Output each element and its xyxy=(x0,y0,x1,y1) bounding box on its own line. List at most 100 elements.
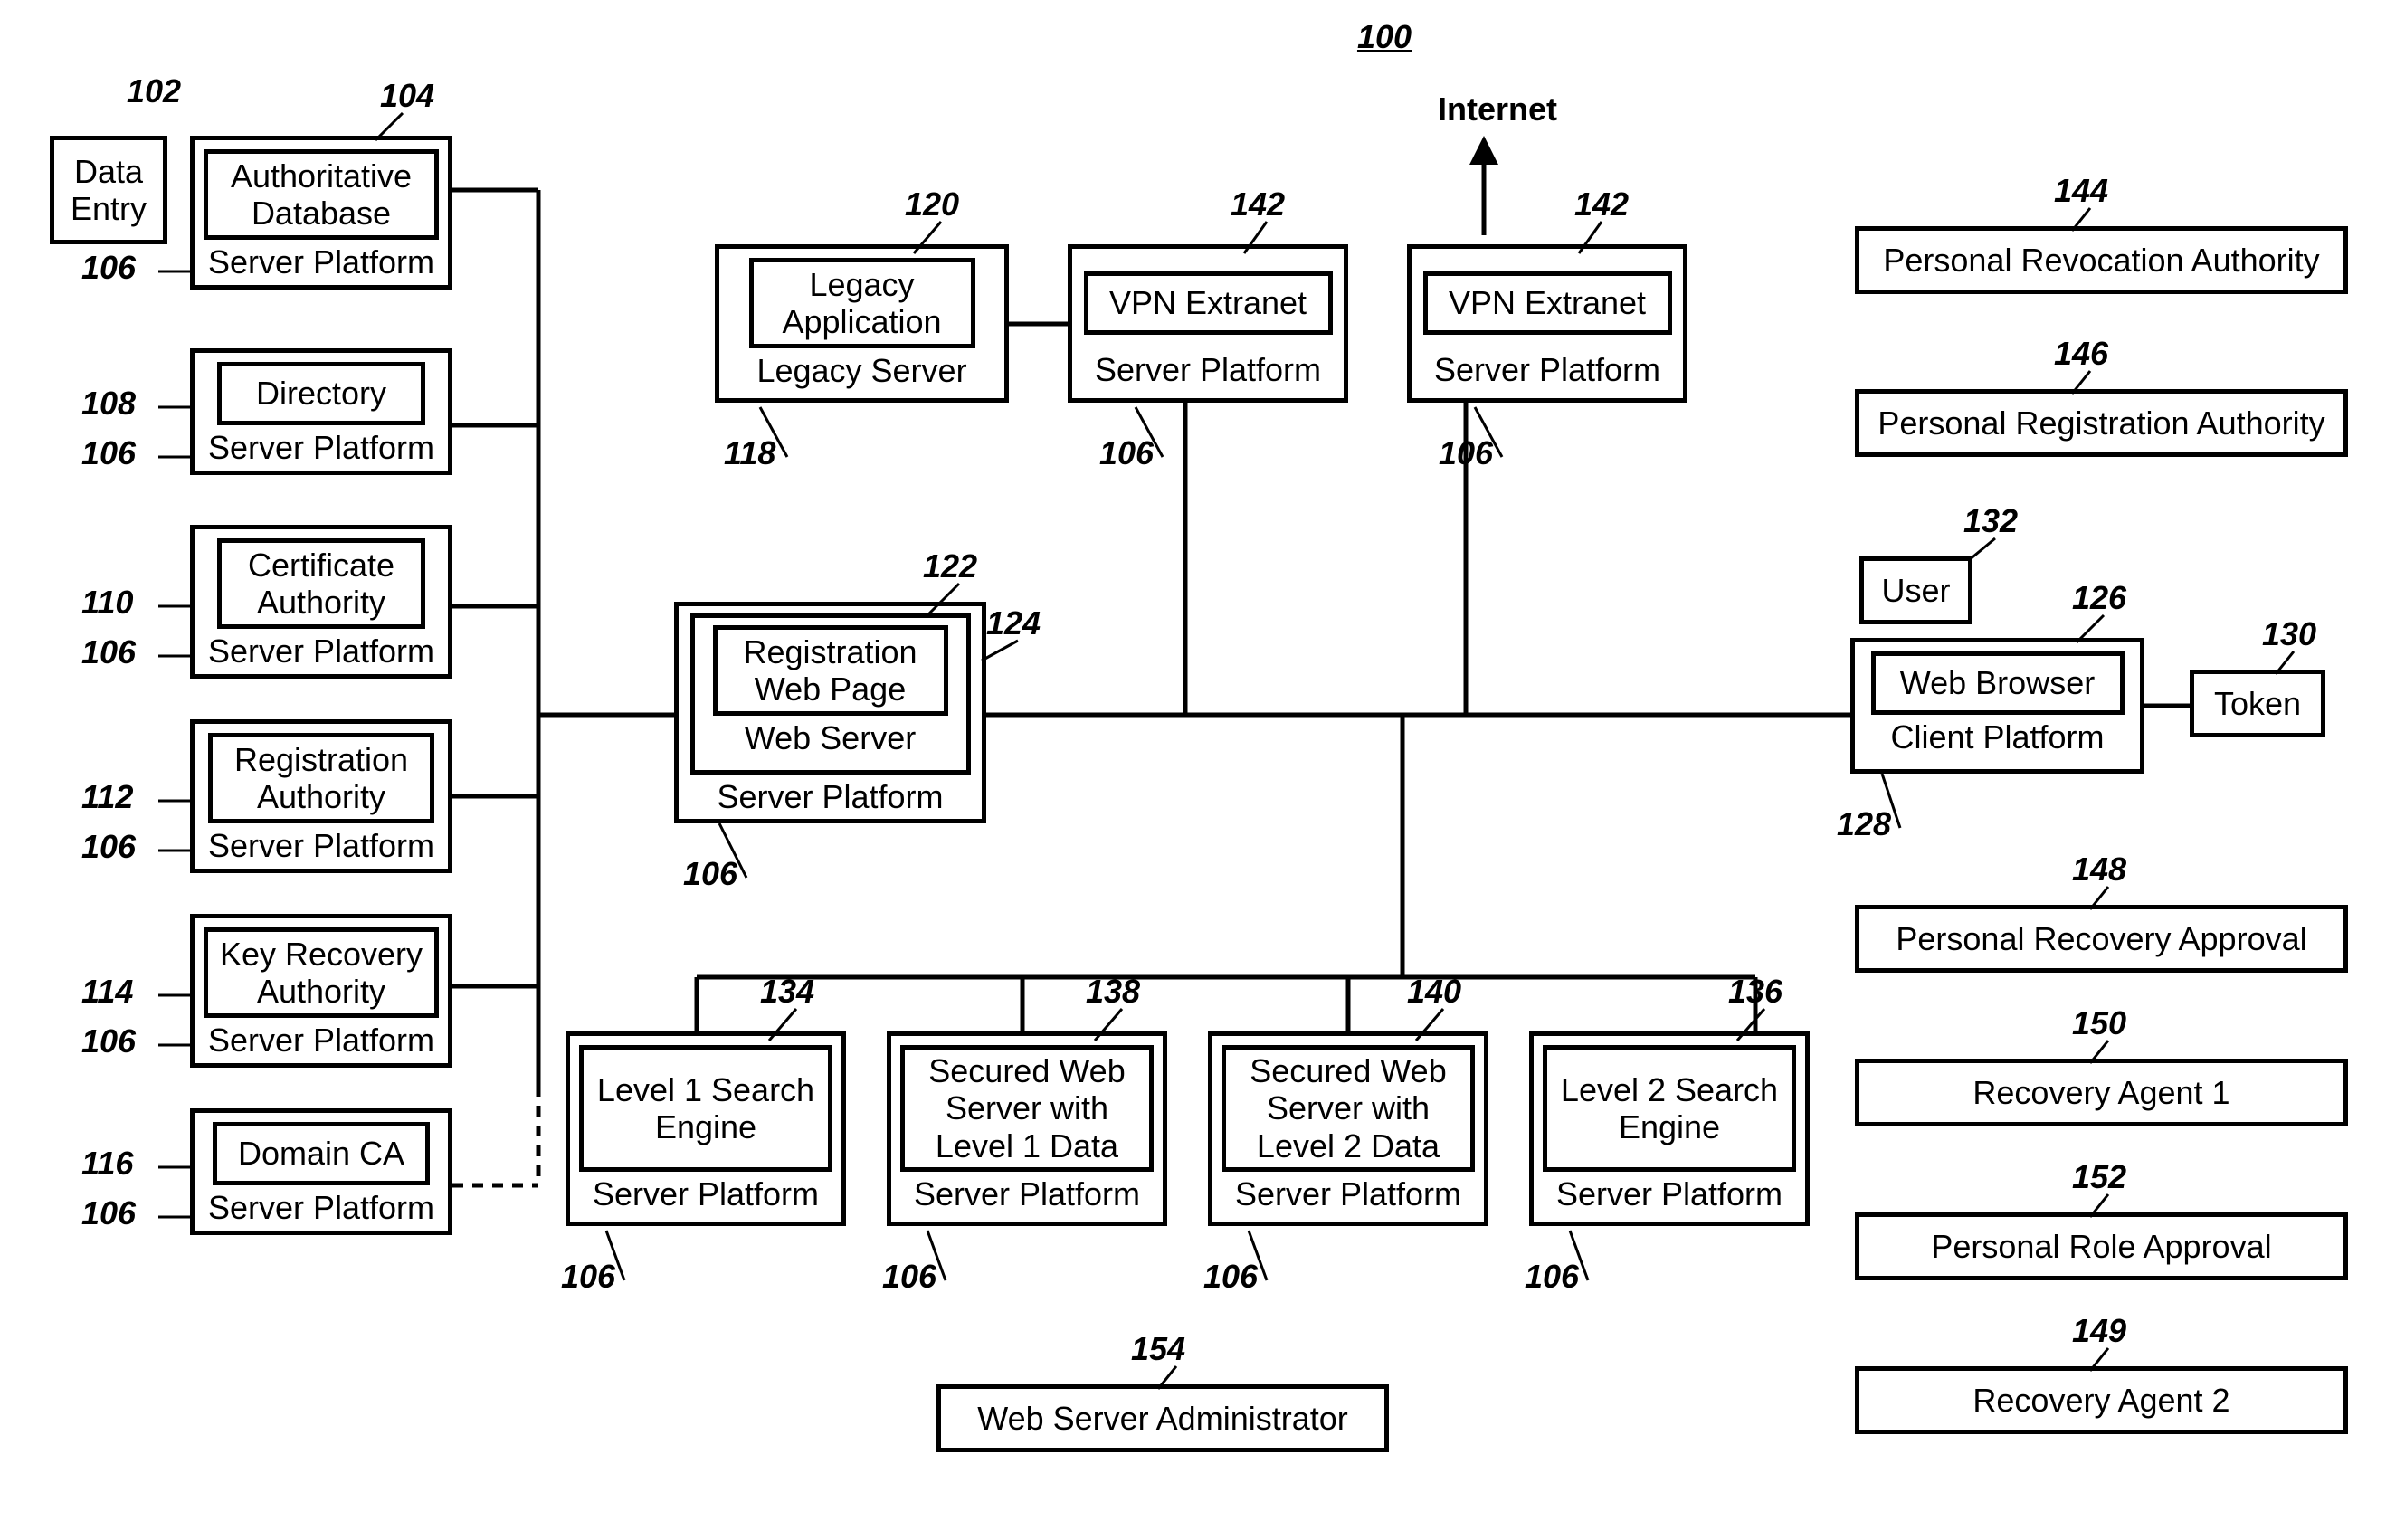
ref-106-i: 106 xyxy=(683,855,737,893)
ref-108: 108 xyxy=(81,385,136,423)
cert-authority-platform: Certificate Authority Server Platform xyxy=(190,525,452,679)
server-platform-label: Server Platform xyxy=(1556,1175,1782,1212)
server-platform-label: Server Platform xyxy=(208,1189,434,1226)
ref-136: 136 xyxy=(1728,973,1782,1011)
token-box: Token xyxy=(2190,670,2325,737)
ref-106-f: 106 xyxy=(81,1194,136,1232)
registration-server-platform: Registration Web Page Web Server Server … xyxy=(674,602,986,823)
server-platform-label: Server Platform xyxy=(593,1175,819,1212)
ref-106-b: 106 xyxy=(81,434,136,472)
ref-130: 130 xyxy=(2262,615,2316,653)
ref-112: 112 xyxy=(81,778,133,816)
ref-146: 146 xyxy=(2054,335,2108,373)
ref-126: 126 xyxy=(2072,579,2126,617)
internet-label: Internet xyxy=(1430,90,1565,128)
cert-authority-box: Certificate Authority xyxy=(217,538,425,629)
ref-148: 148 xyxy=(2072,851,2126,889)
legacy-app-box: Legacy Application xyxy=(749,258,975,348)
directory-platform: Directory Server Platform xyxy=(190,348,452,475)
server-platform-label: Server Platform xyxy=(208,429,434,466)
authoritative-db-platform: Authoritative Database Server Platform xyxy=(190,136,452,290)
client-platform-label: Client Platform xyxy=(1890,718,2104,756)
legacy-server: Legacy Application Legacy Server xyxy=(715,244,1009,403)
web-server-box: Registration Web Page Web Server xyxy=(690,613,971,775)
ref-152: 152 xyxy=(2072,1158,2126,1196)
ref-106-l: 106 xyxy=(1203,1258,1258,1296)
ref-106-h: 106 xyxy=(1439,434,1493,472)
ref-120: 120 xyxy=(905,185,959,223)
ref-122: 122 xyxy=(923,547,977,585)
ref-114: 114 xyxy=(81,973,133,1011)
client-platform: Web Browser Client Platform xyxy=(1850,638,2144,774)
data-entry-box: Data Entry xyxy=(50,136,167,244)
server-platform-label: Server Platform xyxy=(1434,351,1660,388)
personal-revocation-authority-box: Personal Revocation Authority xyxy=(1855,226,2348,294)
registration-web-page-box: Registration Web Page xyxy=(713,625,948,716)
level1-search-platform: Level 1 Search Engine Server Platform xyxy=(566,1031,846,1226)
ref-116: 116 xyxy=(81,1145,133,1183)
figure-ref: 100 xyxy=(1330,18,1439,56)
ref-104: 104 xyxy=(380,77,434,115)
authoritative-db-box: Authoritative Database xyxy=(204,149,439,240)
ref-154: 154 xyxy=(1131,1330,1185,1368)
user-box: User xyxy=(1859,556,1972,624)
ref-132: 132 xyxy=(1963,502,2018,540)
ref-106-j: 106 xyxy=(561,1258,615,1296)
ref-106-e: 106 xyxy=(81,1022,136,1060)
personal-recovery-approval-box: Personal Recovery Approval xyxy=(1855,905,2348,973)
secured-web-l1-box: Secured Web Server with Level 1 Data xyxy=(900,1045,1154,1172)
ref-134: 134 xyxy=(760,973,814,1011)
vpn-extranet-2: VPN Extranet Server Platform xyxy=(1407,244,1687,403)
ref-142-a: 142 xyxy=(1231,185,1285,223)
web-server-admin-box: Web Server Administrator xyxy=(936,1384,1389,1452)
secured-web-l2-box: Secured Web Server with Level 2 Data xyxy=(1222,1045,1475,1172)
ref-150: 150 xyxy=(2072,1004,2126,1042)
server-platform-label: Server Platform xyxy=(208,827,434,864)
ref-106-k: 106 xyxy=(882,1258,936,1296)
ref-128: 128 xyxy=(1837,805,1891,843)
vpn-extranet-1: VPN Extranet Server Platform xyxy=(1068,244,1348,403)
domain-ca-box: Domain CA xyxy=(213,1122,430,1185)
personal-registration-authority-box: Personal Registration Authority xyxy=(1855,389,2348,457)
ref-118: 118 xyxy=(724,434,775,472)
vpn-extranet-1-box: VPN Extranet xyxy=(1084,271,1333,335)
server-platform-label: Server Platform xyxy=(208,632,434,670)
web-browser-box: Web Browser xyxy=(1871,651,2125,715)
reg-authority-box: Registration Authority xyxy=(208,733,434,823)
server-platform-label: Server Platform xyxy=(1235,1175,1461,1212)
ref-106-a: 106 xyxy=(81,249,136,287)
ref-144: 144 xyxy=(2054,172,2108,210)
server-platform-label: Server Platform xyxy=(208,243,434,280)
reg-authority-platform: Registration Authority Server Platform xyxy=(190,719,452,873)
recovery-agent-2-box: Recovery Agent 2 xyxy=(1855,1366,2348,1434)
legacy-server-label: Legacy Server xyxy=(756,352,966,389)
ref-106-m: 106 xyxy=(1525,1258,1579,1296)
directory-box: Directory xyxy=(217,362,425,425)
recovery-agent-1-box: Recovery Agent 1 xyxy=(1855,1059,2348,1126)
ref-106-c: 106 xyxy=(81,633,136,671)
secured-web-l2-platform: Secured Web Server with Level 2 Data Ser… xyxy=(1208,1031,1488,1226)
server-platform-label: Server Platform xyxy=(1095,351,1321,388)
domain-ca-platform: Domain CA Server Platform xyxy=(190,1108,452,1235)
ref-124: 124 xyxy=(986,604,1041,642)
ref-110: 110 xyxy=(81,584,133,622)
level2-search-box: Level 2 Search Engine xyxy=(1543,1045,1796,1172)
key-recovery-box: Key Recovery Authority xyxy=(204,927,439,1018)
level2-search-platform: Level 2 Search Engine Server Platform xyxy=(1529,1031,1810,1226)
web-server-label: Web Server xyxy=(745,719,916,756)
ref-149: 149 xyxy=(2072,1312,2126,1350)
server-platform-label: Server Platform xyxy=(717,778,943,815)
ref-142-b: 142 xyxy=(1574,185,1629,223)
ref-102: 102 xyxy=(109,72,199,110)
vpn-extranet-2-box: VPN Extranet xyxy=(1423,271,1672,335)
key-recovery-platform: Key Recovery Authority Server Platform xyxy=(190,914,452,1068)
ref-138: 138 xyxy=(1086,973,1140,1011)
level1-search-box: Level 1 Search Engine xyxy=(579,1045,832,1172)
server-platform-label: Server Platform xyxy=(914,1175,1140,1212)
secured-web-l1-platform: Secured Web Server with Level 1 Data Ser… xyxy=(887,1031,1167,1226)
ref-106-g: 106 xyxy=(1099,434,1154,472)
server-platform-label: Server Platform xyxy=(208,1022,434,1059)
ref-140: 140 xyxy=(1407,973,1461,1011)
personal-role-approval-box: Personal Role Approval xyxy=(1855,1212,2348,1280)
ref-106-d: 106 xyxy=(81,828,136,866)
